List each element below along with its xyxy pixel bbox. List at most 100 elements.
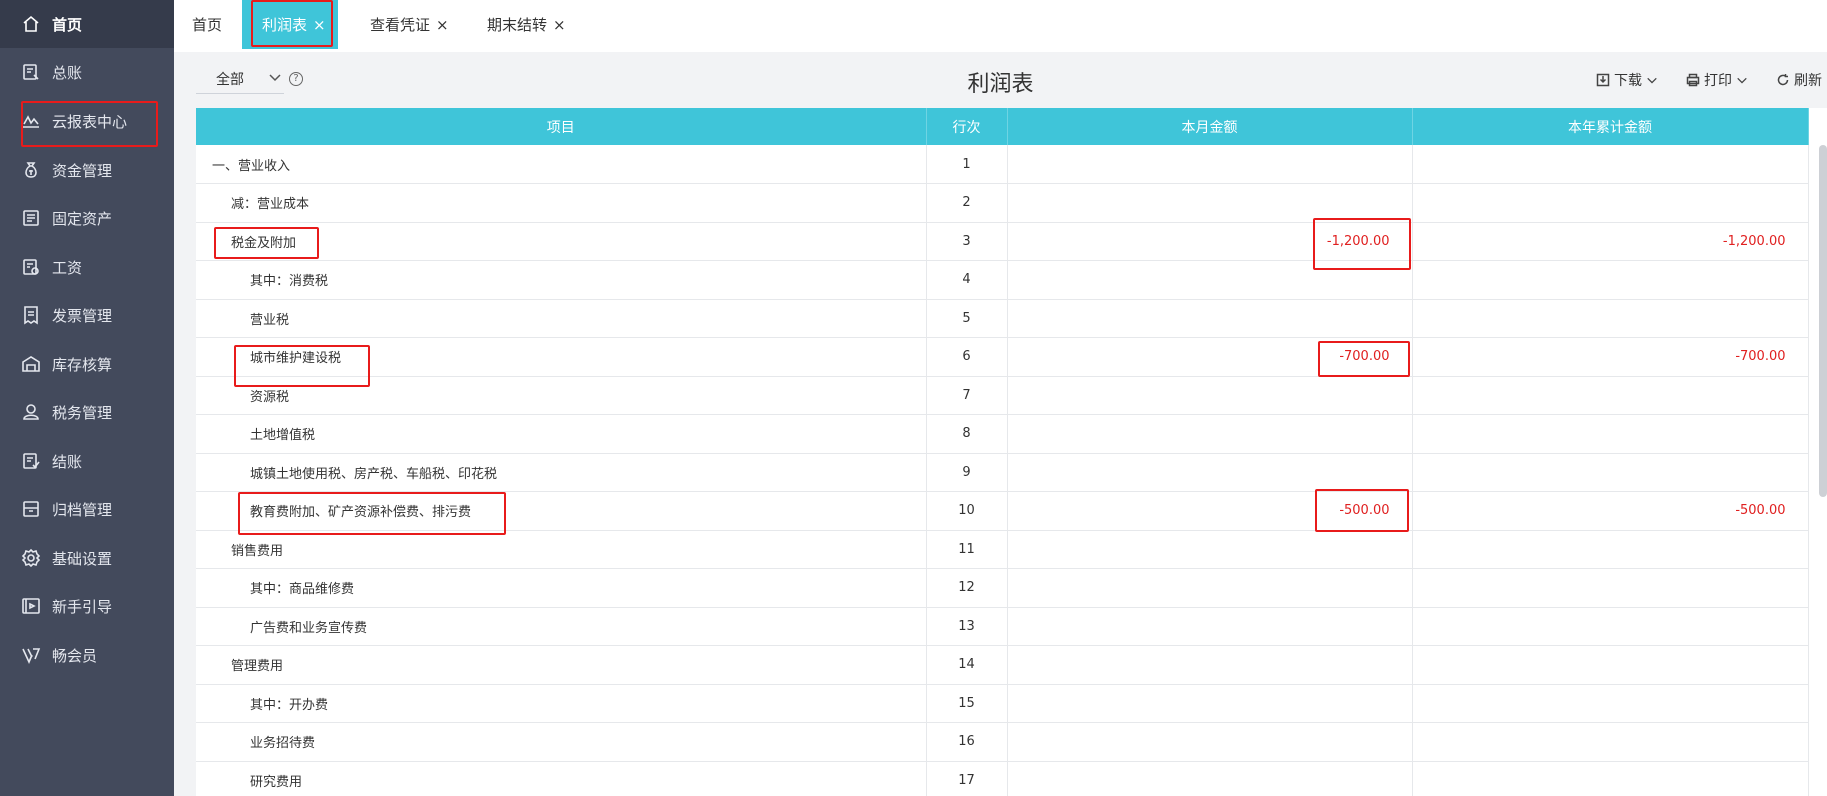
table-row[interactable]: 营业税 5 <box>196 299 1809 338</box>
chevron-down-icon <box>1737 77 1747 84</box>
refresh-button[interactable]: 刷新 <box>1776 70 1822 90</box>
row-year-amount[interactable] <box>1412 453 1809 492</box>
table-row[interactable]: 其中：开办费 15 <box>196 684 1809 723</box>
row-item: 其中：消费税 <box>196 260 927 300</box>
sidebar-item-settings[interactable]: 基础设置 <box>0 534 174 582</box>
table-row[interactable]: 城市维护建设税 6 -700.00 -700.00 <box>196 337 1809 377</box>
sidebar-item-home[interactable]: 首页 <box>0 0 174 48</box>
sidebar-item-archive[interactable]: 归档管理 <box>0 485 174 533</box>
row-month-amount[interactable] <box>1007 761 1413 796</box>
row-month-amount[interactable] <box>1007 260 1413 300</box>
help-icon[interactable]: ? <box>289 72 303 86</box>
salary-icon <box>20 256 42 278</box>
table-row[interactable]: 广告费和业务宣传费 13 <box>196 607 1809 646</box>
chevron-down-icon <box>268 70 282 88</box>
row-month-amount[interactable] <box>1007 607 1413 646</box>
row-year-amount[interactable] <box>1412 684 1809 723</box>
row-line-number: 10 <box>926 491 1008 531</box>
row-item: 业务招待费 <box>196 722 927 762</box>
table-row[interactable]: 减：营业成本 2 <box>196 183 1809 223</box>
sidebar-item-checkout[interactable]: 结账 <box>0 437 174 485</box>
row-item: 管理费用 <box>196 645 927 685</box>
table-row[interactable]: 教育费附加、矿产资源补偿费、排污费 10 -500.00 -500.00 <box>196 491 1809 531</box>
column-header-item: 项目 <box>196 108 927 145</box>
close-icon[interactable]: × <box>313 16 326 34</box>
row-month-amount[interactable] <box>1007 376 1413 415</box>
table-row[interactable]: 资源税 7 <box>196 376 1809 415</box>
row-year-amount[interactable] <box>1412 761 1809 796</box>
download-button[interactable]: 下载 <box>1596 70 1662 90</box>
sidebar-item-vip[interactable]: 畅会员 <box>0 631 174 679</box>
table-row[interactable]: 一、营业收入 1 <box>196 145 1809 184</box>
sidebar-item-ledger[interactable]: 总账 <box>0 48 174 96</box>
table-row[interactable]: 其中：消费税 4 <box>196 260 1809 300</box>
row-year-amount[interactable] <box>1412 414 1809 454</box>
row-month-amount[interactable] <box>1007 568 1413 608</box>
row-month-amount[interactable] <box>1007 414 1413 454</box>
row-item: 一、营业收入 <box>196 145 927 184</box>
tab-profit-statement[interactable]: 利润表 × <box>242 0 338 49</box>
sidebar-item-funds[interactable]: 资金管理 <box>0 146 174 194</box>
row-line-number: 8 <box>926 414 1008 454</box>
chevron-down-icon <box>1647 77 1657 84</box>
row-month-amount[interactable] <box>1007 453 1413 492</box>
tab-period-end-transfer[interactable]: 期末结转 × <box>487 0 587 49</box>
row-month-amount[interactable] <box>1007 645 1413 685</box>
row-line-number: 2 <box>926 183 1008 223</box>
table-row[interactable]: 研究费用 17 <box>196 761 1809 796</box>
row-item: 减：营业成本 <box>196 183 927 223</box>
sidebar-item-tax[interactable]: 税务管理 <box>0 388 174 436</box>
warehouse-icon <box>20 353 42 375</box>
table-row[interactable]: 土地增值税 8 <box>196 414 1809 454</box>
row-year-amount[interactable] <box>1412 530 1809 569</box>
tab-home[interactable]: 首页 <box>192 0 236 49</box>
scope-select[interactable]: 全部 <box>196 64 284 94</box>
row-year-amount[interactable] <box>1412 145 1809 184</box>
row-item: 销售费用 <box>196 530 927 569</box>
row-year-amount[interactable] <box>1412 722 1809 762</box>
row-month-amount[interactable] <box>1007 183 1413 223</box>
close-icon[interactable]: × <box>553 16 566 34</box>
row-year-amount[interactable] <box>1412 607 1809 646</box>
sidebar-item-inventory[interactable]: 库存核算 <box>0 340 174 388</box>
row-month-amount[interactable]: -700.00 <box>1007 337 1413 377</box>
row-year-amount[interactable]: -500.00 <box>1412 491 1809 531</box>
table-row[interactable]: 其中：商品维修费 12 <box>196 568 1809 608</box>
row-year-amount[interactable] <box>1412 299 1809 338</box>
row-month-amount[interactable] <box>1007 722 1413 762</box>
sidebar-item-fixed-assets[interactable]: 固定资产 <box>0 194 174 242</box>
sidebar-item-label: 总账 <box>52 63 83 82</box>
row-item: 税金及附加 <box>196 222 927 261</box>
row-year-amount[interactable] <box>1412 645 1809 685</box>
row-year-amount[interactable] <box>1412 183 1809 223</box>
tab-label: 首页 <box>192 16 223 34</box>
print-button[interactable]: 打印 <box>1686 70 1752 90</box>
row-month-amount[interactable]: -500.00 <box>1007 491 1413 531</box>
tab-view-voucher[interactable]: 查看凭证 × <box>370 0 470 49</box>
table-row[interactable]: 税金及附加 3 -1,200.00 -1,200.00 <box>196 222 1809 261</box>
row-month-amount[interactable] <box>1007 684 1413 723</box>
sidebar-item-report-center[interactable]: 云报表中心 <box>0 97 174 145</box>
table-row[interactable]: 销售费用 11 <box>196 530 1809 569</box>
row-year-amount[interactable] <box>1412 260 1809 300</box>
money-bag-icon <box>20 159 42 181</box>
row-line-number: 5 <box>926 299 1008 338</box>
table-row[interactable]: 管理费用 14 <box>196 645 1809 685</box>
row-item: 营业税 <box>196 299 927 338</box>
vertical-scrollbar[interactable] <box>1819 145 1827 497</box>
sidebar-item-salary[interactable]: 工资 <box>0 243 174 291</box>
row-month-amount[interactable] <box>1007 299 1413 338</box>
close-icon[interactable]: × <box>436 16 449 34</box>
row-month-amount[interactable]: -1,200.00 <box>1007 222 1413 261</box>
row-year-amount[interactable] <box>1412 568 1809 608</box>
row-month-amount[interactable] <box>1007 145 1413 184</box>
row-year-amount[interactable]: -1,200.00 <box>1412 222 1809 261</box>
table-row[interactable]: 城镇土地使用税、房产税、车船税、印花税 9 <box>196 453 1809 492</box>
row-year-amount[interactable]: -700.00 <box>1412 337 1809 377</box>
sidebar-item-guide[interactable]: 新手引导 <box>0 582 174 630</box>
table-row[interactable]: 业务招待费 16 <box>196 722 1809 762</box>
row-month-amount[interactable] <box>1007 530 1413 569</box>
column-header-month-amount: 本月金额 <box>1007 108 1413 145</box>
row-year-amount[interactable] <box>1412 376 1809 415</box>
sidebar-item-invoice[interactable]: 发票管理 <box>0 291 174 339</box>
